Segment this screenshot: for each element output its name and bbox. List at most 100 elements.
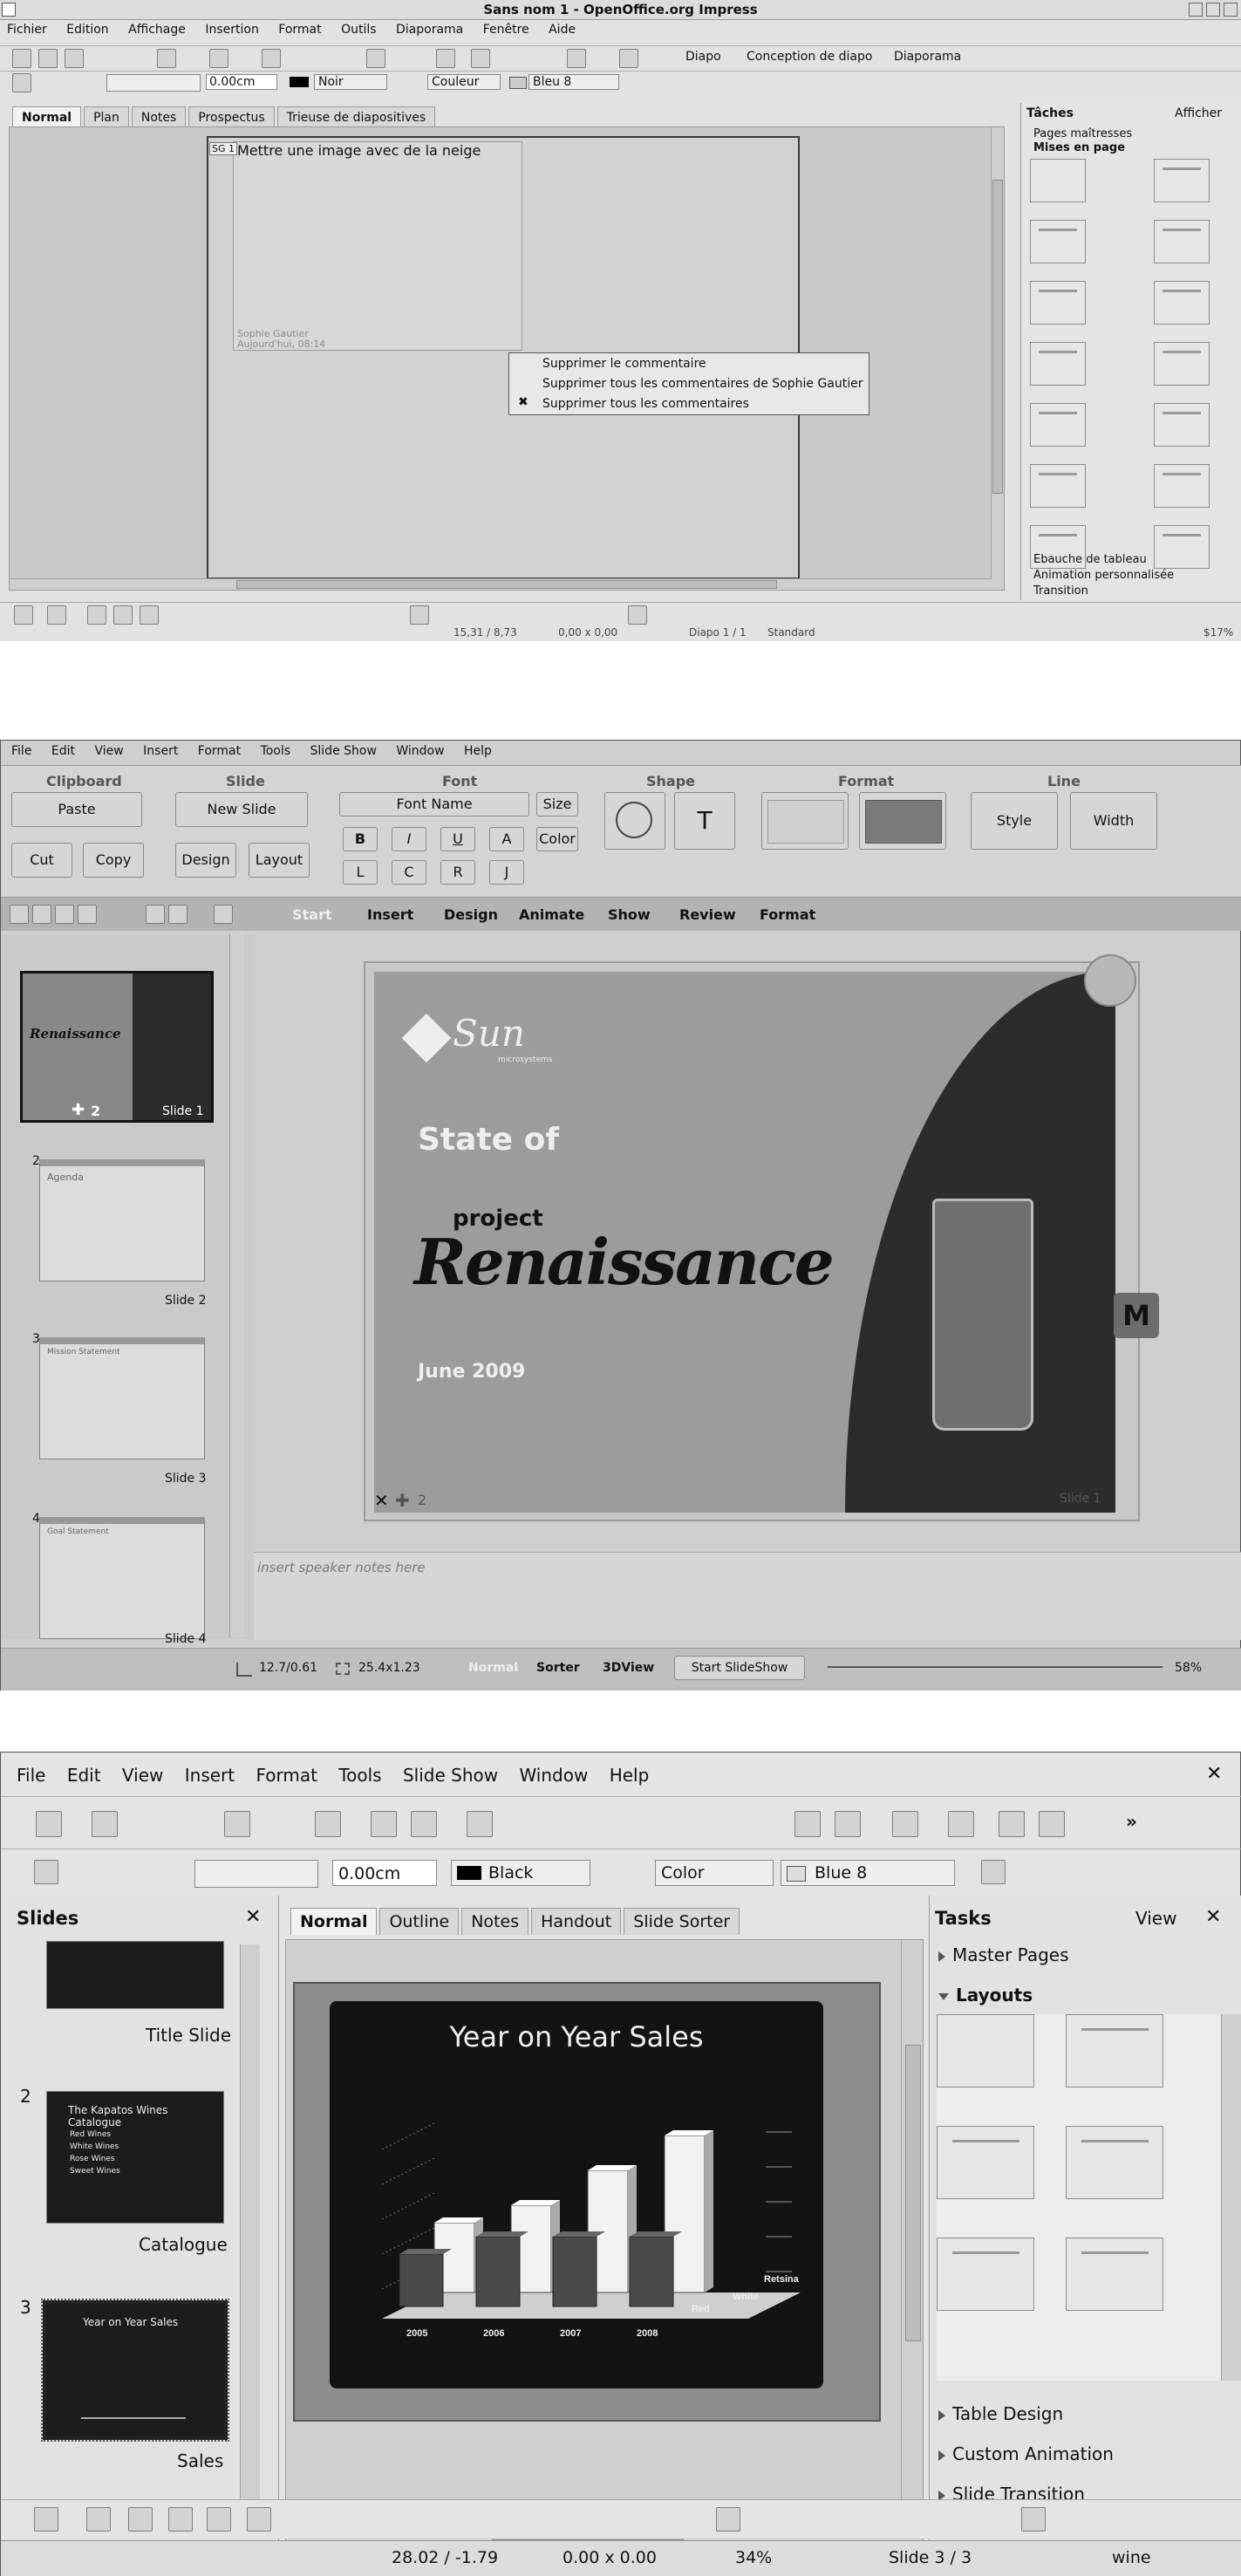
edit-vscroll-thumb[interactable] <box>905 2045 921 2341</box>
slide-thumb-sales[interactable]: Year on Year Sales <box>41 2299 229 2442</box>
ribbon-tab-start[interactable]: Start <box>292 906 332 923</box>
menu-format[interactable]: Format <box>278 23 321 37</box>
tab-normal[interactable]: Normal <box>290 1908 378 1935</box>
section-master-pages[interactable]: Master Pages <box>938 1944 1069 1965</box>
text-tool-icon[interactable] <box>247 2507 271 2532</box>
tasks-view-menu[interactable]: Afficher <box>1175 106 1222 120</box>
cut-icon[interactable] <box>262 49 281 68</box>
fill-color-select[interactable]: Bleu 8 <box>528 74 619 90</box>
redo-doc-icon[interactable] <box>168 905 188 924</box>
delete-comment-item[interactable]: Supprimer le commentaire <box>542 357 706 371</box>
layout-thumbnail[interactable] <box>1030 159 1086 202</box>
corner-handle[interactable] <box>1084 954 1136 1007</box>
slide-canvas[interactable]: SG 1 Mettre une image avec de la neige S… <box>207 136 869 579</box>
ribbon-tab-design[interactable]: Design <box>444 906 498 923</box>
maximize-button[interactable] <box>1206 3 1220 17</box>
section-mises-en-page[interactable]: Mises en page <box>1033 141 1125 154</box>
tab-slide-sorter[interactable]: Slide Sorter <box>624 1908 740 1935</box>
menu-insertion[interactable]: Insertion <box>205 23 258 37</box>
menu-window[interactable]: Window <box>519 1765 588 1786</box>
font-size-field[interactable]: Size <box>536 792 578 817</box>
justify-button[interactable]: J <box>489 860 524 885</box>
tab-handout[interactable]: Handout <box>531 1908 622 1935</box>
print-icon[interactable] <box>315 1811 341 1837</box>
tab-prospectus[interactable]: Prospectus <box>188 106 275 128</box>
chart-icon[interactable] <box>794 1811 821 1837</box>
tab-plan[interactable]: Plan <box>84 106 129 128</box>
menu-insert[interactable]: Insert <box>143 744 178 758</box>
italic-button[interactable]: I <box>392 827 426 851</box>
layout-thumbnail[interactable] <box>1154 403 1210 447</box>
a-button[interactable]: A <box>489 827 524 851</box>
font-name-field[interactable]: Font Name <box>339 792 529 817</box>
select-arrow-icon[interactable] <box>14 605 33 625</box>
line-width-button[interactable]: Width <box>1070 792 1157 850</box>
delete-all-comments-item[interactable]: Supprimer tous les commentaires <box>542 397 749 411</box>
select-arrow-icon[interactable] <box>34 2507 58 2532</box>
menu-edit[interactable]: Edit <box>51 744 75 758</box>
fill-color-select[interactable]: Blue 8 <box>781 1860 955 1886</box>
ribbon-tab-format[interactable]: Format <box>760 906 815 923</box>
menu-help[interactable]: Help <box>610 1765 650 1786</box>
layout-button[interactable]: Layout <box>249 843 310 878</box>
chat-icon[interactable] <box>214 905 233 924</box>
text-shape-button[interactable]: T <box>674 792 735 850</box>
edit-file-icon[interactable] <box>224 1811 250 1837</box>
menu-aide[interactable]: Aide <box>549 23 576 37</box>
rectangle-tool-icon[interactable] <box>87 605 106 625</box>
tab-outline[interactable]: Outline <box>379 1908 460 1935</box>
section-animation[interactable]: Animation personnalisée <box>1033 569 1174 582</box>
ribbon-tab-insert[interactable]: Insert <box>367 906 413 923</box>
star-tool-icon[interactable] <box>410 605 429 625</box>
open-icon[interactable] <box>38 49 58 68</box>
close-button[interactable] <box>1224 3 1238 17</box>
m-badge[interactable]: M <box>1114 1293 1159 1338</box>
shadow-icon[interactable] <box>981 1860 1006 1884</box>
menu-tools[interactable]: Tools <box>261 744 291 758</box>
menu-diaporama[interactable]: Diaporama <box>396 23 463 37</box>
save-doc-icon[interactable] <box>55 905 74 924</box>
menu-slideshow[interactable]: Slide Show <box>403 1765 498 1786</box>
slide-thumb-3[interactable]: Mission Statement <box>39 1337 205 1459</box>
section-custom-animation[interactable]: Custom Animation <box>938 2443 1114 2464</box>
zoom-slider[interactable] <box>828 1666 1163 1668</box>
comment-box[interactable]: SG 1 Mettre une image avec de la neige S… <box>209 141 522 351</box>
view-sorter[interactable]: Sorter <box>536 1661 580 1675</box>
undo-doc-icon[interactable] <box>146 905 165 924</box>
font-color-button[interactable]: Color <box>536 827 578 851</box>
menu-edition[interactable]: Edition <box>66 23 108 37</box>
comment-text[interactable]: Mettre une image avec de la neige <box>237 142 481 159</box>
slide-thumb-1[interactable]: Renaissance ✚ 2 Slide 1 <box>20 971 214 1123</box>
section-pages-maitresses[interactable]: Pages maîtresses <box>1033 127 1132 140</box>
cut-icon[interactable] <box>467 1811 493 1837</box>
start-slideshow-button[interactable]: Start SlideShow <box>674 1656 805 1680</box>
spellcheck-icon[interactable] <box>371 1811 397 1837</box>
new-icon[interactable] <box>36 1811 62 1837</box>
area-icon[interactable] <box>34 1860 58 1884</box>
menu-outils[interactable]: Outils <box>341 23 376 37</box>
autospell-icon[interactable] <box>411 1811 437 1837</box>
underline-button[interactable]: U <box>440 827 475 851</box>
layouts-scrollbar[interactable] <box>1221 2014 1241 2381</box>
layout-thumbnail[interactable] <box>1154 342 1210 386</box>
add-comment-icon[interactable]: ✚ <box>395 1490 410 1511</box>
fontwork-icon[interactable] <box>1021 2507 1046 2532</box>
line-color-select[interactable]: Noir <box>314 74 387 90</box>
menu-slideshow[interactable]: Slide Show <box>310 744 377 758</box>
line-tool-icon[interactable] <box>47 605 66 625</box>
rectangle-tool-icon[interactable] <box>168 2507 193 2532</box>
layout-thumbnail[interactable] <box>1154 464 1210 508</box>
menu-format[interactable]: Format <box>198 744 241 758</box>
slide-thumb-2[interactable]: Agenda <box>39 1159 205 1281</box>
slide-thumb-catalogue[interactable]: The Kapatos Wines Catalogue Red Wines Wh… <box>46 2091 224 2224</box>
layout-thumbnail[interactable] <box>1030 342 1086 386</box>
new-doc-icon[interactable] <box>10 905 29 924</box>
fill-type-select[interactable]: Couleur <box>427 74 501 90</box>
spellcheck-icon[interactable] <box>209 49 228 68</box>
workspace-vscroll-thumb[interactable] <box>992 180 1003 494</box>
minimize-button[interactable] <box>1189 3 1203 17</box>
ribbon-tab-show[interactable]: Show <box>608 906 651 923</box>
menu-format[interactable]: Format <box>256 1765 317 1786</box>
layout-thumbnail[interactable] <box>1066 2238 1163 2311</box>
grid-icon[interactable] <box>948 1811 974 1837</box>
